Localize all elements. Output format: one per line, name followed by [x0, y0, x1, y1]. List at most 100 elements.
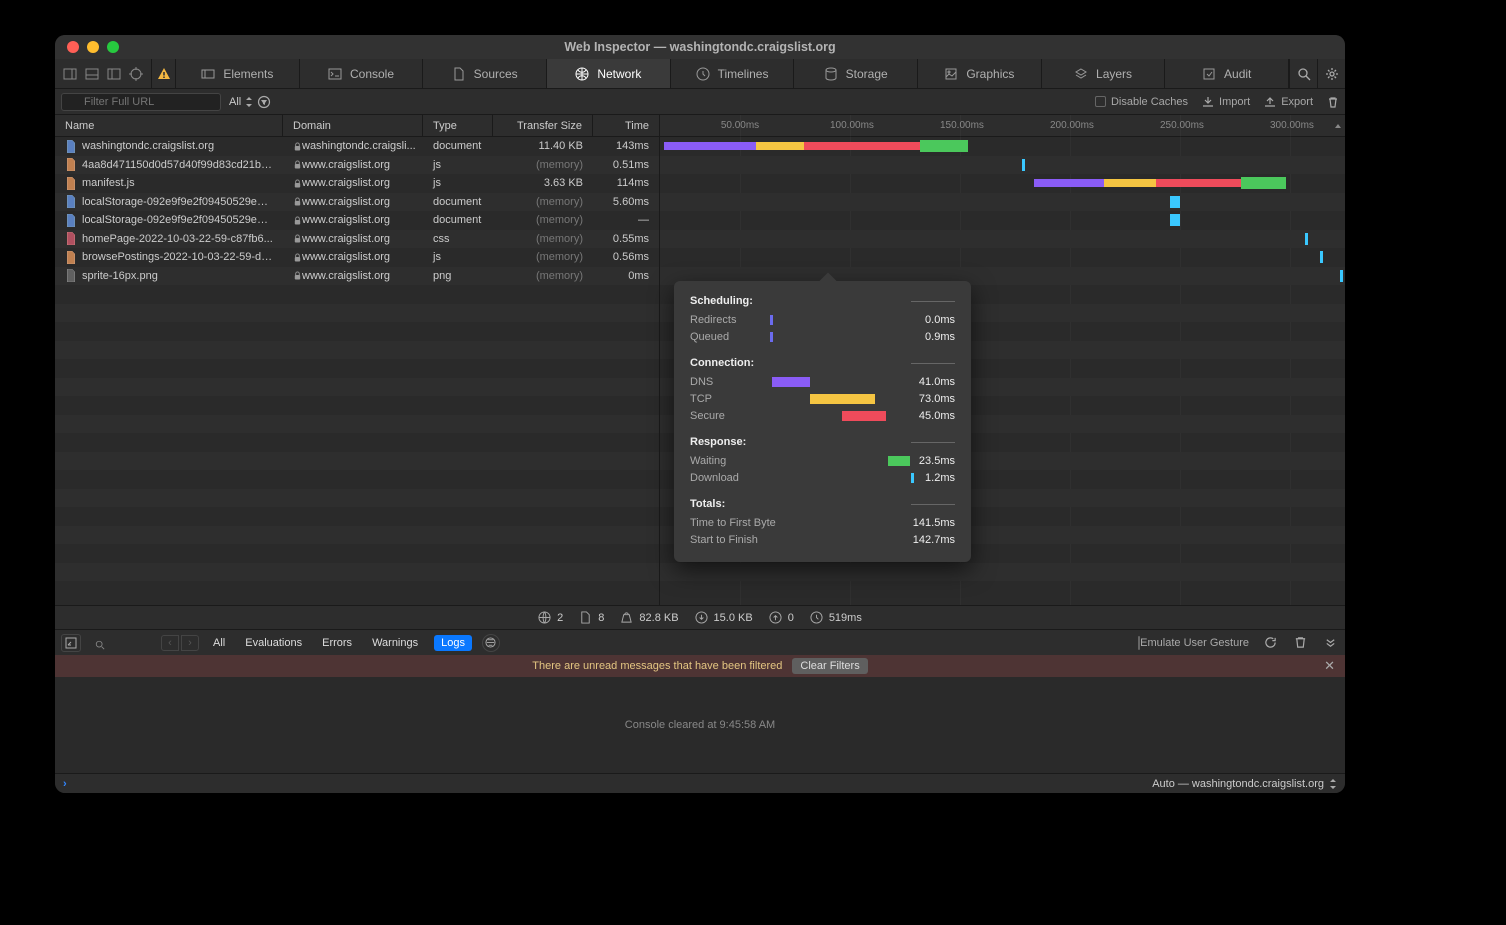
console-output[interactable]: Console cleared at 9:45:58 AM: [55, 677, 1345, 773]
network-content: Name Domain Type Transfer Size Time wash…: [55, 115, 1345, 605]
table-row[interactable]: localStorage-092e9f9e2f09450529e74... ww…: [55, 193, 659, 212]
banner-close-button[interactable]: ✕: [1324, 658, 1335, 674]
upload-icon: [769, 611, 782, 624]
web-inspector-window: Web Inspector — washingtondc.craigslist.…: [55, 35, 1345, 793]
waterfall-row[interactable]: [660, 137, 1345, 156]
tab-graphics[interactable]: Graphics: [918, 59, 1042, 88]
col-header-type[interactable]: Type: [423, 115, 493, 136]
cell-transfer: (memory): [493, 193, 593, 212]
dock-left-icon[interactable]: [105, 65, 123, 83]
waterfall-row[interactable]: [660, 193, 1345, 212]
col-header-transfer[interactable]: Transfer Size: [493, 115, 593, 136]
tab-sources[interactable]: Sources: [423, 59, 547, 88]
minimize-button[interactable]: [87, 41, 99, 53]
tick-label: 100.00ms: [830, 120, 870, 131]
nav-forward[interactable]: ›: [181, 635, 199, 651]
tt-value: 45.0ms: [905, 410, 955, 422]
cell-transfer: 11.40 KB: [493, 137, 593, 156]
export-button[interactable]: Export: [1264, 96, 1313, 108]
tt-response: Response: Waiting23.5ms Download1.2ms: [690, 436, 955, 486]
table-row[interactable]: 4aa8d471150d0d57d40f99d83cd21b71... www.…: [55, 156, 659, 175]
tick-label: 250.00ms: [1160, 120, 1200, 131]
dock-right-icon[interactable]: [61, 65, 79, 83]
tab-elements[interactable]: Elements: [176, 59, 300, 88]
search-icon[interactable]: [1289, 59, 1317, 88]
waterfall-row[interactable]: [660, 248, 1345, 267]
col-header-domain[interactable]: Domain: [283, 115, 423, 136]
nav-back[interactable]: ‹: [161, 635, 179, 651]
table-body[interactable]: washingtondc.craigslist.org washingtondc…: [55, 137, 659, 605]
tab-storage[interactable]: Storage: [794, 59, 918, 88]
status-value: 0: [788, 612, 794, 624]
console-filter-errors[interactable]: Errors: [318, 635, 356, 651]
tt-title: Connection:: [690, 357, 754, 369]
console-filter-warnings[interactable]: Warnings: [368, 635, 422, 651]
table-row[interactable]: manifest.js www.craigslist.orgjs3.63 KB1…: [55, 174, 659, 193]
filter-scope-icon[interactable]: [482, 634, 500, 652]
window-title: Web Inspector — washingtondc.craigslist.…: [55, 40, 1345, 54]
tab-timelines[interactable]: Timelines: [671, 59, 795, 88]
col-header-name[interactable]: Name: [55, 115, 283, 136]
cell-name: localStorage-092e9f9e2f09450529e74...: [55, 193, 283, 212]
tab-label: Timelines: [718, 67, 769, 81]
document-icon: [579, 611, 592, 624]
cell-domain: www.craigslist.org: [283, 156, 423, 175]
waterfall-row[interactable]: [660, 156, 1345, 175]
download-icon: [695, 611, 708, 624]
execution-context-selector[interactable]: Auto — washingtondc.craigslist.org: [1152, 778, 1337, 790]
timeline-ruler[interactable]: 50.00ms 100.00ms 150.00ms 200.00ms 250.0…: [660, 115, 1345, 137]
circular-filter-icon[interactable]: [257, 95, 271, 109]
waterfall-row[interactable]: [660, 211, 1345, 230]
dock-bottom-icon[interactable]: [83, 65, 101, 83]
reload-button[interactable]: [1261, 634, 1279, 652]
collapse-console-button[interactable]: [1321, 634, 1339, 652]
filter-url-input[interactable]: [61, 93, 221, 111]
tt-value: 23.5ms: [905, 455, 955, 467]
console-filter-all[interactable]: All: [209, 635, 229, 651]
tab-audit[interactable]: Audit: [1165, 59, 1289, 88]
clear-console-button[interactable]: [1291, 634, 1309, 652]
weight-icon: [620, 611, 633, 624]
table-row[interactable]: sprite-16px.png www.craigslist.orgpng(me…: [55, 267, 659, 286]
console-filter-evaluations[interactable]: Evaluations: [241, 635, 306, 651]
table-row[interactable]: browsePostings-2022-10-03-22-59-d1... ww…: [55, 248, 659, 267]
tab-layers[interactable]: Layers: [1042, 59, 1166, 88]
table-row[interactable]: washingtondc.craigslist.org washingtondc…: [55, 137, 659, 156]
table-row-empty: [55, 433, 659, 452]
table-row-empty: [55, 359, 659, 378]
details-sidebar-toggle[interactable]: [1331, 115, 1345, 137]
trash-icon: [1294, 636, 1307, 649]
tt-connection: Connection: DNS41.0ms TCP73.0ms Secure45…: [690, 357, 955, 424]
cell-transfer: 3.63 KB: [493, 174, 593, 193]
tab-label: Layers: [1096, 67, 1132, 81]
maximize-button[interactable]: [107, 41, 119, 53]
toggle-split-console-icon[interactable]: [61, 634, 81, 652]
element-picker-icon[interactable]: [127, 65, 145, 83]
disable-caches-checkbox[interactable]: Disable Caches: [1095, 96, 1188, 108]
waterfall-row[interactable]: [660, 230, 1345, 249]
settings-gear-icon[interactable]: [1317, 59, 1345, 88]
console-filter-logs[interactable]: Logs: [434, 635, 472, 651]
table-row-empty: [55, 304, 659, 323]
col-header-time[interactable]: Time: [593, 115, 659, 136]
tab-console[interactable]: Console: [300, 59, 424, 88]
tab-network[interactable]: Network: [547, 59, 671, 88]
warnings-indicator-icon[interactable]: [152, 59, 176, 88]
waterfall-row[interactable]: [660, 174, 1345, 193]
cell-transfer: (memory): [493, 230, 593, 249]
import-button[interactable]: Import: [1202, 96, 1250, 108]
table-row[interactable]: homePage-2022-10-03-22-59-c87fb6... www.…: [55, 230, 659, 249]
emulate-gesture-checkbox[interactable]: Emulate User Gesture: [1138, 637, 1249, 649]
clear-filters-button[interactable]: Clear Filters: [792, 658, 867, 674]
type-filter-dropdown[interactable]: All: [229, 95, 271, 109]
tt-label: Redirects: [690, 314, 760, 326]
close-button[interactable]: [67, 41, 79, 53]
table-row[interactable]: localStorage-092e9f9e2f09450529e74... ww…: [55, 211, 659, 230]
tab-label: Storage: [846, 67, 888, 81]
status-other: 0: [769, 611, 794, 624]
up-down-arrows-icon: [245, 97, 253, 107]
cell-domain: www.craigslist.org: [283, 267, 423, 286]
trash-button[interactable]: [1327, 96, 1339, 108]
console-prompt-input[interactable]: [75, 776, 1153, 791]
status-value: 15.0 KB: [714, 612, 753, 624]
